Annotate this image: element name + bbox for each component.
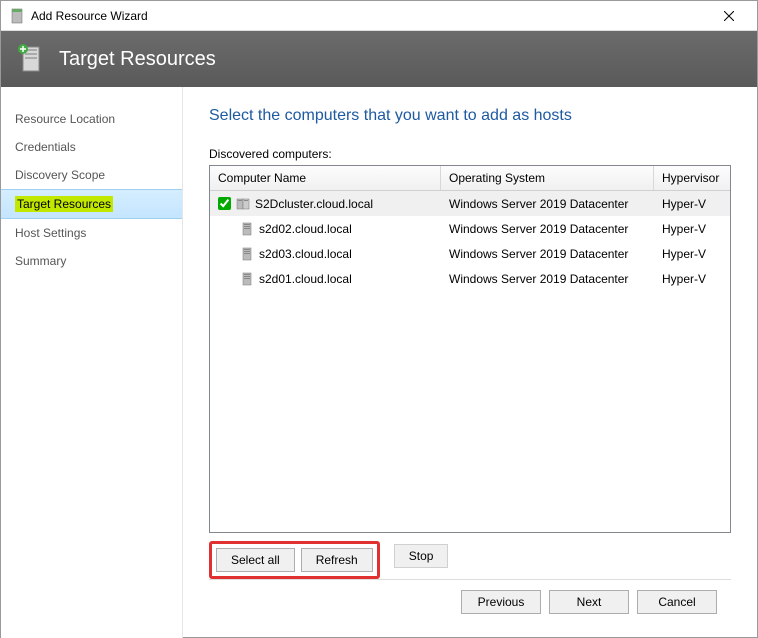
previous-button[interactable]: Previous <box>461 590 541 614</box>
server-icon <box>239 221 255 237</box>
page-heading: Target Resources <box>59 48 216 71</box>
next-button[interactable]: Next <box>549 590 629 614</box>
cell-os: Windows Server 2019 Datacenter <box>441 222 654 236</box>
wizard-step[interactable]: Target Resources <box>1 189 182 219</box>
titlebar: Add Resource Wizard <box>1 1 757 31</box>
main-heading: Select the computers that you want to ad… <box>209 107 731 125</box>
wizard-step[interactable]: Credentials <box>1 133 182 161</box>
stop-button: Stop <box>394 544 449 568</box>
select-all-button[interactable]: Select all <box>216 548 295 572</box>
cell-os: Windows Server 2019 Datacenter <box>441 247 654 261</box>
cell-os: Windows Server 2019 Datacenter <box>441 272 654 286</box>
computer-name-text: s2d02.cloud.local <box>259 222 352 236</box>
window-title: Add Resource Wizard <box>31 9 709 23</box>
table-row[interactable]: S2Dcluster.cloud.local Windows Server 201… <box>210 191 730 216</box>
list-label: Discovered computers: <box>209 147 731 161</box>
table-row[interactable]: s2d01.cloud.local Windows Server 2019 Dat… <box>210 266 730 291</box>
wizard-step-label: Host Settings <box>15 226 86 240</box>
cell-computer-name: s2d02.cloud.local <box>210 221 441 237</box>
cell-hypervisor: Hyper-V <box>654 272 730 286</box>
wizard-step[interactable]: Summary <box>1 247 182 275</box>
wizard-footer: Previous Next Cancel <box>209 579 731 624</box>
wizard-step-label: Discovery Scope <box>15 168 105 182</box>
action-button-highlight: Select all Refresh <box>209 541 380 579</box>
computer-name-text: s2d03.cloud.local <box>259 247 352 261</box>
wizard-step-label: Summary <box>15 254 66 268</box>
computers-grid: Computer Name Operating System Hyperviso… <box>209 165 731 533</box>
cell-computer-name: s2d01.cloud.local <box>210 271 441 287</box>
header-band: Target Resources <box>1 31 757 87</box>
cluster-icon <box>235 196 251 212</box>
cancel-button[interactable]: Cancel <box>637 590 717 614</box>
computer-name-text: s2d01.cloud.local <box>259 272 352 286</box>
cell-computer-name: s2d03.cloud.local <box>210 246 441 262</box>
server-icon <box>239 271 255 287</box>
cell-hypervisor: Hyper-V <box>654 222 730 236</box>
row-checkbox[interactable] <box>218 197 231 210</box>
table-row[interactable]: s2d03.cloud.local Windows Server 2019 Dat… <box>210 241 730 266</box>
close-button[interactable] <box>709 2 749 30</box>
cell-hypervisor: Hyper-V <box>654 247 730 261</box>
refresh-button[interactable]: Refresh <box>301 548 373 572</box>
column-header-os[interactable]: Operating System <box>441 166 654 190</box>
cell-hypervisor: Hyper-V <box>654 197 730 211</box>
wizard-step[interactable]: Host Settings <box>1 219 182 247</box>
server-add-icon <box>15 43 47 75</box>
wizard-step[interactable]: Discovery Scope <box>1 161 182 189</box>
wizard-step-label: Target Resources <box>15 196 113 212</box>
computer-name-text: S2Dcluster.cloud.local <box>255 197 373 211</box>
table-row[interactable]: s2d02.cloud.local Windows Server 2019 Dat… <box>210 216 730 241</box>
cell-computer-name: S2Dcluster.cloud.local <box>210 196 441 212</box>
column-header-hypervisor[interactable]: Hypervisor <box>654 166 730 190</box>
wizard-icon <box>9 8 25 24</box>
column-header-name[interactable]: Computer Name <box>210 166 441 190</box>
grid-header: Computer Name Operating System Hyperviso… <box>210 166 730 191</box>
server-icon <box>239 246 255 262</box>
wizard-step[interactable]: Resource Location <box>1 105 182 133</box>
wizard-step-label: Resource Location <box>15 112 115 126</box>
wizard-step-label: Credentials <box>15 140 76 154</box>
wizard-sidebar: Resource Location Credentials Discovery Sc… <box>1 87 183 638</box>
cell-os: Windows Server 2019 Datacenter <box>441 197 654 211</box>
